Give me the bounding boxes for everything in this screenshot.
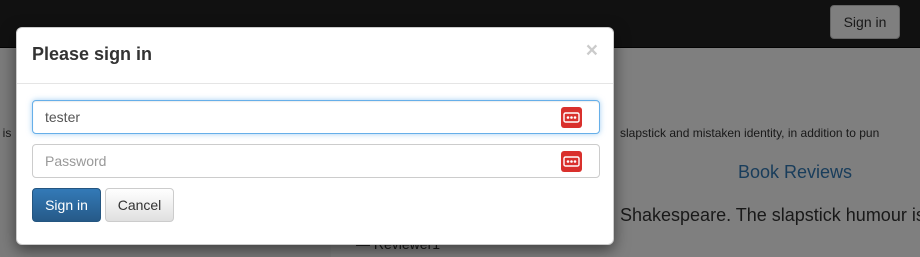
modal-header: Please sign in × bbox=[17, 28, 613, 84]
signin-submit-button[interactable]: Sign in bbox=[32, 188, 101, 222]
dots-icon bbox=[563, 112, 580, 123]
cancel-button[interactable]: Cancel bbox=[105, 188, 174, 222]
close-icon[interactable]: × bbox=[586, 40, 598, 61]
username-input[interactable] bbox=[33, 101, 599, 133]
password-field-wrapper bbox=[32, 144, 600, 178]
password-input[interactable] bbox=[33, 145, 599, 177]
modal-title: Please sign in bbox=[32, 44, 153, 64]
password-manager-icon[interactable] bbox=[561, 107, 582, 128]
dots-icon bbox=[563, 156, 580, 167]
signin-modal: Please sign in × Sign in Cancel bbox=[16, 27, 614, 245]
password-manager-icon[interactable] bbox=[561, 151, 582, 172]
username-field-wrapper bbox=[32, 100, 600, 134]
